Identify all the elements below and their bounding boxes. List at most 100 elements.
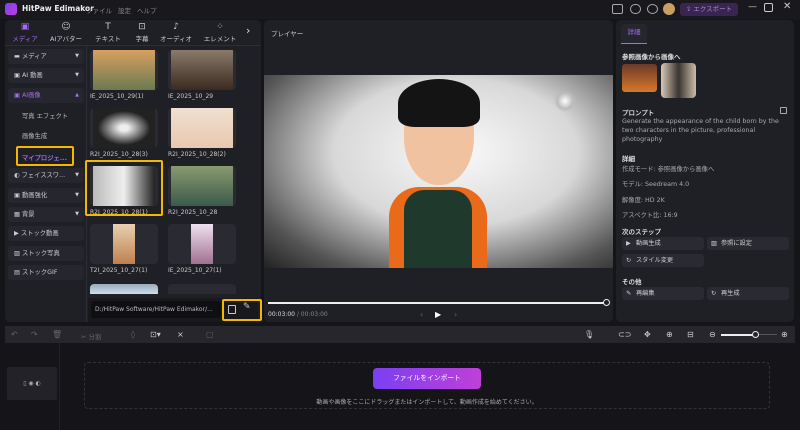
sidebar-sub-photo-effect[interactable]: 写真 エフェクト (22, 111, 68, 120)
media-thumbnail[interactable] (90, 284, 158, 294)
sidebar-item-media[interactable]: ▬ メディア ▼ (8, 49, 84, 64)
split-button[interactable]: ✂ 分割 (81, 331, 102, 341)
tab-media[interactable]: ▣ メディア (5, 22, 45, 43)
split-track-icon[interactable]: ⊕ (666, 330, 673, 339)
sidebar-item-label: AI画像 (21, 92, 41, 99)
next-frame-icon[interactable]: › (454, 310, 457, 319)
divider (59, 343, 60, 430)
sidebar-sub-my-projects[interactable]: マイプロジェ... (16, 146, 74, 166)
tab-audio[interactable]: ♪ オーディオ (156, 22, 196, 43)
media-thumbnail[interactable] (90, 224, 158, 264)
folder-icon[interactable] (228, 305, 236, 314)
layout-icon[interactable] (612, 4, 623, 14)
caret-down-icon: ▼ (75, 192, 79, 198)
maximize-button[interactable] (764, 3, 773, 12)
sidebar-item-ai-video[interactable]: ▣ AI 動画 ▼ (8, 68, 84, 83)
sidebar-item-enhance[interactable]: ▣ 動画強化 ▼ (8, 188, 84, 203)
progress-bar[interactable] (268, 302, 606, 304)
studio-light (554, 90, 576, 112)
marker-icon[interactable]: ◊ (131, 330, 135, 339)
remove-icon[interactable]: ⨯ (177, 330, 184, 339)
import-button[interactable]: ファイルをインポート (373, 368, 481, 389)
tab-ai-avatar[interactable]: ☺ AIアバター (46, 22, 86, 43)
sidebar-item-stock-photo[interactable]: ▨ ストック写真 (8, 246, 84, 261)
zoom-handle[interactable] (752, 331, 759, 338)
prompt-text: Generate the appearance of the child bor… (622, 118, 779, 143)
media-label: IE_2025_10_29(1) (90, 93, 144, 100)
track-controls[interactable]: ▯ ◉ ◐ (7, 367, 57, 400)
sidebar-item-label: ストック動画 (20, 230, 59, 237)
sidebar-item-stock-video[interactable]: ▶ ストック動画 (8, 226, 84, 241)
play-icon[interactable]: ▶ (435, 310, 441, 319)
undo-icon[interactable]: ↶ (11, 330, 18, 339)
media-label: T2I_2025_10_27(1) (90, 267, 148, 274)
text-dropdown-icon[interactable]: ⊡▾ (150, 330, 161, 339)
chevron-right-icon[interactable]: › (246, 24, 250, 37)
zoom-out-icon[interactable]: ⊖ (709, 330, 716, 339)
refresh-icon: ↻ (626, 257, 632, 264)
menu-help[interactable]: ヘルプ (137, 5, 157, 15)
minimize-button[interactable]: — (748, 2, 757, 12)
close-button[interactable]: ✕ (783, 1, 791, 12)
snap-icon[interactable]: ✥ (644, 330, 651, 339)
tab-label: テキスト (95, 35, 121, 43)
zoom-slider[interactable] (721, 334, 755, 336)
menu-file[interactable]: ファイル (86, 5, 112, 15)
sidebar-item-ai-image[interactable]: ▣ AI画像 ▲ (8, 88, 84, 103)
vest (404, 190, 472, 268)
caret-down-icon: ▼ (75, 211, 79, 217)
audio-icon: ♪ (173, 22, 179, 32)
tab-details[interactable]: 詳細 (621, 24, 647, 44)
export-button[interactable]: ⇪ エクスポート (680, 3, 738, 16)
delete-icon[interactable]: 🗑 (52, 330, 62, 339)
caret-down-icon: ▼ (75, 53, 79, 59)
caret-down-icon: ▼ (75, 172, 79, 178)
generate-video-button[interactable]: ▶ 動画生成 (622, 237, 704, 250)
media-thumbnail[interactable] (90, 50, 158, 90)
change-style-button[interactable]: ↻ スタイル変更 (622, 254, 704, 267)
media-icon: ▣ (20, 22, 30, 32)
progress-handle[interactable] (603, 299, 610, 306)
feedback-icon[interactable] (630, 4, 641, 14)
download-icon[interactable] (647, 4, 658, 14)
reference-image[interactable] (622, 64, 657, 92)
sidebar-item-stock-gif[interactable]: ▤ ストックGIF (8, 265, 84, 280)
link-icon[interactable]: ⊂⊃ (618, 330, 631, 339)
media-thumbnail[interactable] (168, 224, 236, 264)
zoom-in-icon[interactable]: ⊕ (781, 330, 788, 339)
path-field[interactable]: D:/HitPaw Software/HitPaw Edimakor/... (91, 301, 221, 318)
fit-icon[interactable]: ⊟ (687, 330, 694, 339)
sidebar-item-face-swap[interactable]: ◐ フェイススワ... ▼ (8, 168, 84, 183)
microphone-icon[interactable]: 🎙 (584, 330, 594, 339)
media-thumbnail[interactable] (90, 108, 158, 148)
reference-image[interactable] (661, 63, 696, 98)
tab-element[interactable]: ⁘ エレメント (200, 22, 240, 43)
total-time: / 00:03:00 (296, 311, 328, 318)
media-label: IE_2025_10_27(1) (168, 267, 222, 274)
media-thumbnail[interactable] (168, 108, 236, 148)
edit-icon[interactable]: ✎ (243, 302, 251, 312)
redo-icon[interactable]: ↷ (31, 330, 38, 339)
detail-title: 詳細 (622, 155, 635, 163)
sidebar-sub-image-gen[interactable]: 画像生成 (22, 131, 47, 140)
lock-icon[interactable]: ▢ (206, 330, 214, 339)
prev-frame-icon[interactable]: ‹ (420, 310, 423, 319)
button-label: スタイル変更 (636, 257, 674, 264)
media-thumbnail[interactable] (168, 166, 236, 206)
re-edit-button[interactable]: ✎ 再編集 (622, 287, 704, 300)
menu-settings[interactable]: 設定 (118, 5, 131, 15)
thumbnail-image (93, 50, 155, 90)
media-thumbnail[interactable] (168, 50, 236, 90)
model-text: モデル: Seedream 4.0 (622, 181, 690, 188)
regenerate-button[interactable]: ↻ 再生成 (707, 287, 789, 300)
preview-image (264, 75, 613, 268)
sidebar-item-background[interactable]: ▦ 背景 ▼ (8, 207, 84, 222)
thumbnail-image (171, 108, 233, 148)
avatar[interactable] (663, 3, 675, 15)
copy-icon[interactable] (780, 107, 787, 114)
video-icon: ▶ (626, 240, 631, 247)
media-thumbnail[interactable] (168, 284, 236, 294)
media-label: R2I_2025_10_28 (168, 209, 218, 216)
tab-label: AIアバター (49, 35, 83, 43)
set-reference-button[interactable]: ▨ 参照に設定 (707, 237, 789, 250)
